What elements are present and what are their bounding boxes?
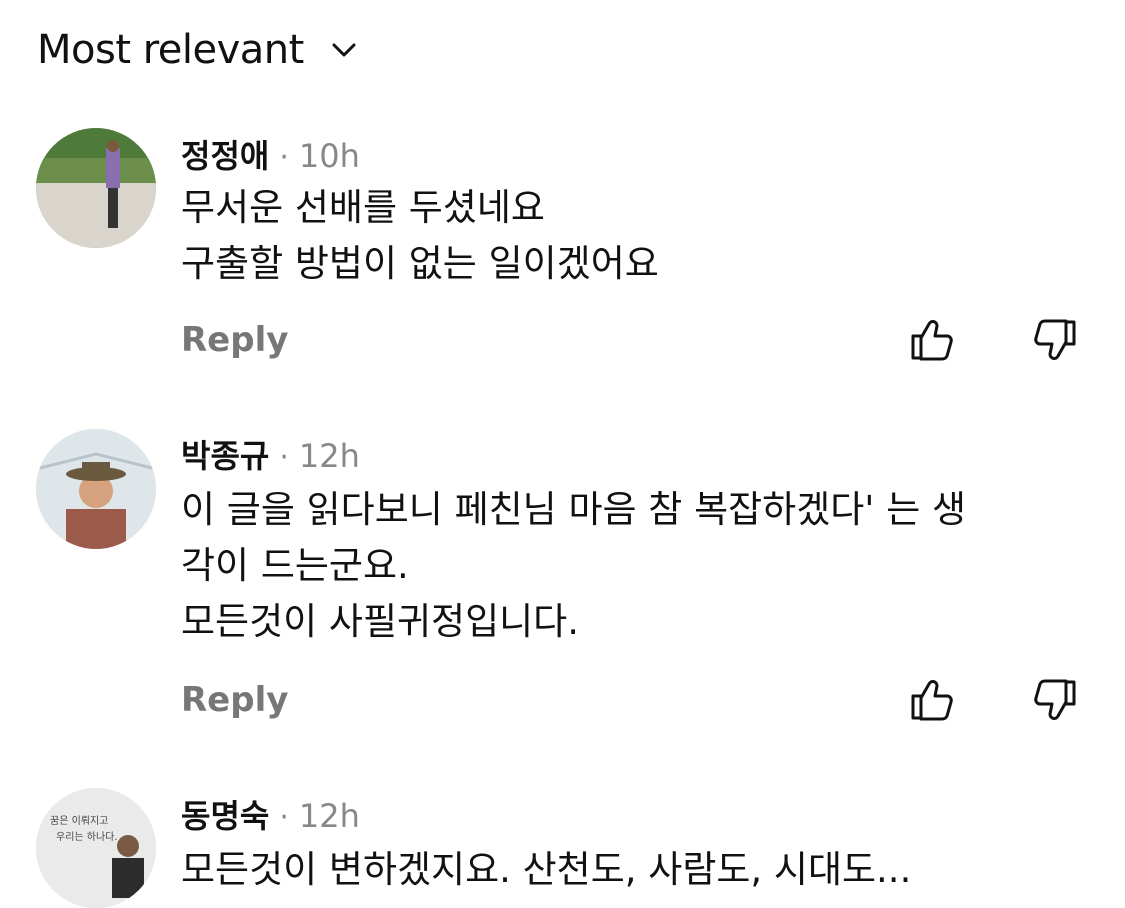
thumbs-up-icon[interactable] [907,674,959,726]
comment-time[interactable]: 12h [299,797,360,835]
avatar-photo: 꿈은 이뤄지고 우리는 하나다. [36,788,156,908]
avatar[interactable]: 꿈은 이뤄지고 우리는 하나다. [36,788,156,908]
sort-dropdown[interactable]: Most relevant [37,24,358,76]
thumbs-up-icon[interactable] [907,314,959,366]
avatar-caption: 꿈은 이뤄지고 [50,814,108,827]
avatar[interactable] [36,429,156,549]
comment-text: 이 글을 읽다보니 페친님 마음 참 복잡하겠다' 는 생 각이 드는군요. 모… [181,482,1081,650]
separator-dot: · [279,140,289,175]
reply-button[interactable]: Reply [181,680,288,720]
avatar-caption: 우리는 하나다. [56,830,118,843]
avatar-photo [36,429,156,549]
comment-line: 무서운 선배를 두셨네요 [181,186,545,229]
author-name[interactable]: 정정애 [181,131,269,177]
comment-line: 모든것이 사필귀정입니다. [181,600,579,643]
comment-time[interactable]: 10h [299,137,360,175]
comment-line: 이 글을 읽다보니 페친님 마음 참 복잡하겠다' 는 생 [181,488,967,531]
comment-header: 정정애 · 10h [181,131,360,177]
separator-dot: · [279,800,289,835]
avatar[interactable] [36,128,156,248]
comment-text: 모든것이 변하겠지요. 산천도, 사람도, 시대도... [181,842,1081,898]
comment-line: 구출할 방법이 없는 일이겠어요 [181,242,659,285]
reply-button[interactable]: Reply [181,320,288,360]
author-name[interactable]: 동명숙 [181,791,269,837]
thumbs-down-icon[interactable] [1028,674,1080,726]
comment-time[interactable]: 12h [299,437,360,475]
sort-label: Most relevant [37,27,304,73]
avatar-photo [36,128,156,248]
comment-header: 박종규 · 12h [181,431,360,477]
comment-text: 무서운 선배를 두셨네요 구출할 방법이 없는 일이겠어요 [181,180,1081,292]
author-name[interactable]: 박종규 [181,431,269,477]
comment-line: 모든것이 변하겠지요. 산천도, 사람도, 시대도... [181,848,912,891]
thumbs-down-icon[interactable] [1028,314,1080,366]
comment-header: 동명숙 · 12h [181,791,360,837]
separator-dot: · [279,440,289,475]
chevron-down-icon [332,43,356,57]
comment-line: 각이 드는군요. [181,544,409,587]
